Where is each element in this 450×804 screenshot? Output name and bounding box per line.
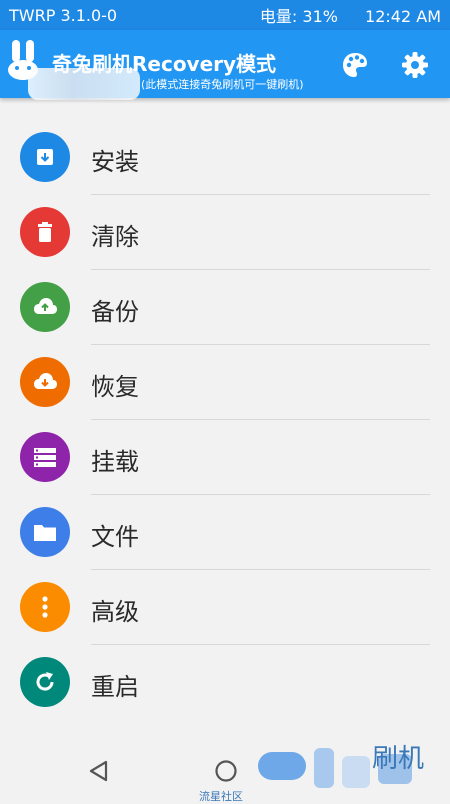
main-menu: 安装 清除 备份 恢复 挂载 文件 高级 重启	[0, 120, 450, 720]
app-version-label: TWRP 3.1.0-0	[9, 5, 118, 25]
home-icon[interactable]	[213, 758, 239, 784]
install-icon	[20, 132, 70, 182]
palette-icon[interactable]	[340, 50, 370, 80]
battery-indicator: 电量: 31%	[259, 7, 338, 26]
status-right: 电量: 31% 12:42 AM	[238, 3, 441, 27]
menu-item-backup[interactable]: 备份	[0, 270, 450, 345]
menu-item-install[interactable]: 安装	[0, 120, 450, 195]
folder-icon	[20, 507, 70, 557]
cloud-upload-icon	[20, 282, 70, 332]
menu-item-label: 重启	[91, 673, 139, 701]
menu-item-wipe[interactable]: 清除	[0, 195, 450, 270]
back-icon[interactable]	[86, 758, 112, 784]
menu-item-reboot[interactable]: 重启	[0, 645, 450, 720]
app-bar: 奇兔刷机Recovery模式 (此模式连接奇兔刷机可一键刷机)	[0, 30, 450, 100]
watermark-glyph: 刷机	[372, 744, 425, 774]
clock: 12:42 AM	[365, 7, 441, 26]
menu-item-label: 清除	[91, 223, 139, 251]
navigation-bar: 流星社区 刷机	[0, 738, 450, 803]
cloud-download-icon	[20, 357, 70, 407]
menu-item-label: 挂载	[91, 448, 139, 476]
menu-item-restore[interactable]: 恢复	[0, 345, 450, 420]
menu-item-advanced[interactable]: 高级	[0, 570, 450, 645]
menu-item-mount[interactable]: 挂载	[0, 420, 450, 495]
menu-item-files[interactable]: 文件	[0, 495, 450, 570]
gear-icon[interactable]	[400, 50, 430, 80]
page-subtitle: (此模式连接奇兔刷机可一键刷机)	[141, 78, 304, 91]
page-title: 奇兔刷机Recovery模式	[52, 52, 277, 76]
status-bar: TWRP 3.1.0-0 电量: 31% 12:42 AM	[0, 0, 450, 30]
menu-item-label: 高级	[91, 598, 139, 626]
storage-icon	[20, 432, 70, 482]
menu-item-label: 安装	[91, 148, 139, 176]
watermark-text: 流星社区	[199, 790, 243, 803]
menu-item-label: 备份	[91, 298, 139, 326]
restart-icon	[20, 657, 70, 707]
more-vert-icon	[20, 582, 70, 632]
menu-item-label: 恢复	[91, 373, 139, 401]
menu-item-label: 文件	[91, 523, 139, 551]
trash-icon	[20, 207, 70, 257]
